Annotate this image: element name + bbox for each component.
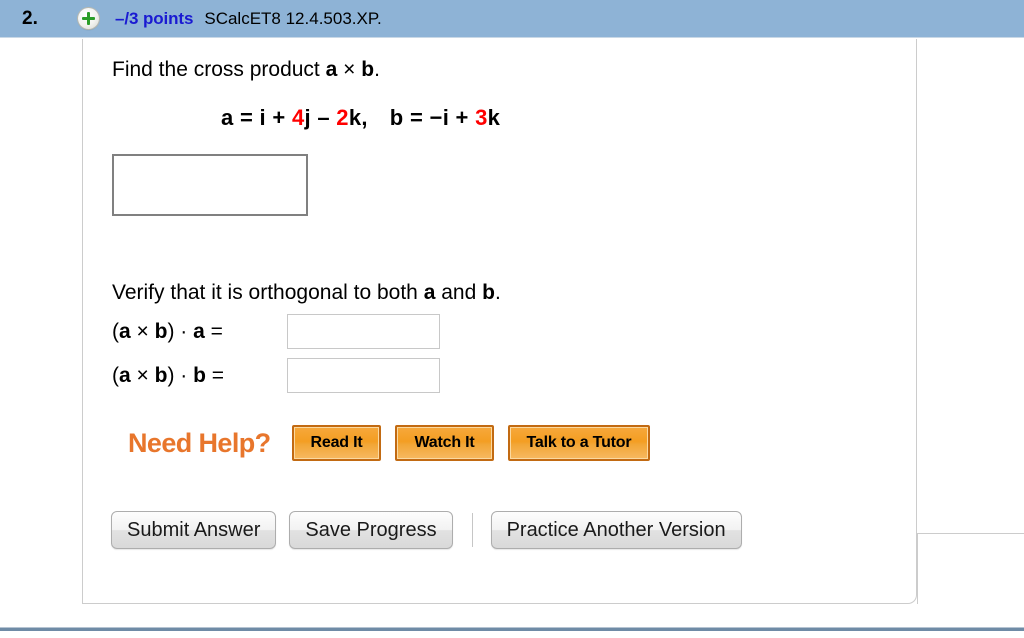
button-divider (471, 513, 473, 548)
dot-product-row-b: (a × b) · b = (112, 358, 916, 394)
dot-b-dotted-vector: b (193, 363, 206, 387)
need-help-row: Need Help? Read It Watch It Talk to a Tu… (128, 425, 916, 462)
verify-text-after: . (494, 281, 501, 305)
bottom-rule (0, 627, 1024, 631)
dot-a-cross: × (130, 319, 155, 343)
right-side-panel (917, 533, 1024, 604)
dot-b-cross: × (130, 363, 155, 387)
dot-product-b-label: (a × b) · b = (112, 364, 287, 388)
vector-b-term-2-unit: k (487, 105, 501, 131)
vector-b-term-2-coef: 3 (475, 105, 488, 131)
prompt-cross-symbol: × (337, 58, 362, 81)
question-code-label: SCalcET8 12.4.503.XP. (204, 8, 382, 28)
dot-a-close: ) · (167, 319, 194, 343)
practice-another-version-button[interactable]: Practice Another Version (490, 511, 742, 550)
points-label: –/3 points (115, 8, 194, 28)
question-panel: Find the cross product a × b. a = i + 4j… (82, 39, 917, 604)
vector-a-equals: = (233, 105, 260, 131)
dot-product-b-input[interactable] (287, 358, 440, 394)
prompt-text-after: . (374, 58, 380, 81)
cross-product-answer-box[interactable] (112, 154, 308, 217)
vector-a-term-3-coef: 2 (336, 105, 349, 131)
question-content: Find the cross product a × b. a = i + 4j… (111, 39, 916, 550)
dot-product-row-a: (a × b) · a = (112, 314, 916, 350)
talk-to-a-tutor-button[interactable]: Talk to a Tutor (507, 425, 651, 462)
submit-answer-button[interactable]: Submit Answer (111, 511, 277, 550)
vector-b-term-2-op: + (449, 105, 476, 131)
verify-instruction: Verify that it is orthogonal to both a a… (112, 281, 916, 305)
vector-a-term-2-coef: 4 (291, 105, 305, 131)
dot-b-close: ) · (167, 363, 194, 387)
dot-b-equals: = (205, 363, 225, 387)
dot-product-a-label: (a × b) · a = (112, 320, 287, 344)
watch-it-button[interactable]: Watch It (395, 425, 494, 462)
dot-a-vector-a: a (119, 319, 131, 343)
question-header-bar: 2. –/3 points SCalcET8 12.4.503.XP. (0, 0, 1024, 38)
verify-text-middle: and (435, 281, 483, 305)
vector-a-term-2-op: + (265, 105, 292, 131)
prompt-vector-a: a (325, 58, 338, 81)
verify-text-before: Verify that it is orthogonal to both (112, 281, 424, 305)
save-progress-button[interactable]: Save Progress (289, 511, 453, 550)
vector-definitions: a = i + 4j – 2k, b = −i + 3k (221, 105, 916, 131)
problem-prompt: Find the cross product a × b. (112, 57, 916, 82)
vector-b-name: b (389, 105, 404, 131)
dot-a-vector-b: b (154, 319, 168, 343)
left-gutter (0, 39, 82, 604)
prompt-text-before: Find the cross product (112, 58, 326, 81)
vector-a-term-3-op: – (310, 105, 337, 131)
action-buttons-row: Submit Answer Save Progress Practice Ano… (111, 511, 916, 550)
question-number: 2. (22, 7, 38, 29)
vector-b-term-1-op: − (429, 105, 443, 131)
vector-a-trailing: , (361, 105, 368, 131)
need-help-label: Need Help? (128, 427, 271, 458)
dot-b-vector-b: b (154, 363, 168, 387)
vector-b-equals: = (403, 105, 430, 131)
verify-vector-a: a (423, 281, 436, 305)
prompt-vector-b: b (361, 58, 375, 81)
plus-circle-icon[interactable] (78, 8, 99, 29)
dot-a-open: ( (112, 319, 119, 343)
dot-a-equals: = (204, 319, 223, 343)
dot-b-open: ( (112, 363, 119, 387)
read-it-button[interactable]: Read It (291, 425, 382, 462)
vector-a-term-3-unit: k (348, 105, 362, 131)
verify-vector-b: b (482, 281, 495, 305)
dot-b-vector-a: a (119, 363, 131, 387)
dot-a-dotted-vector: a (193, 319, 205, 343)
vector-a-name: a (221, 105, 234, 131)
dot-product-a-input[interactable] (287, 314, 440, 350)
